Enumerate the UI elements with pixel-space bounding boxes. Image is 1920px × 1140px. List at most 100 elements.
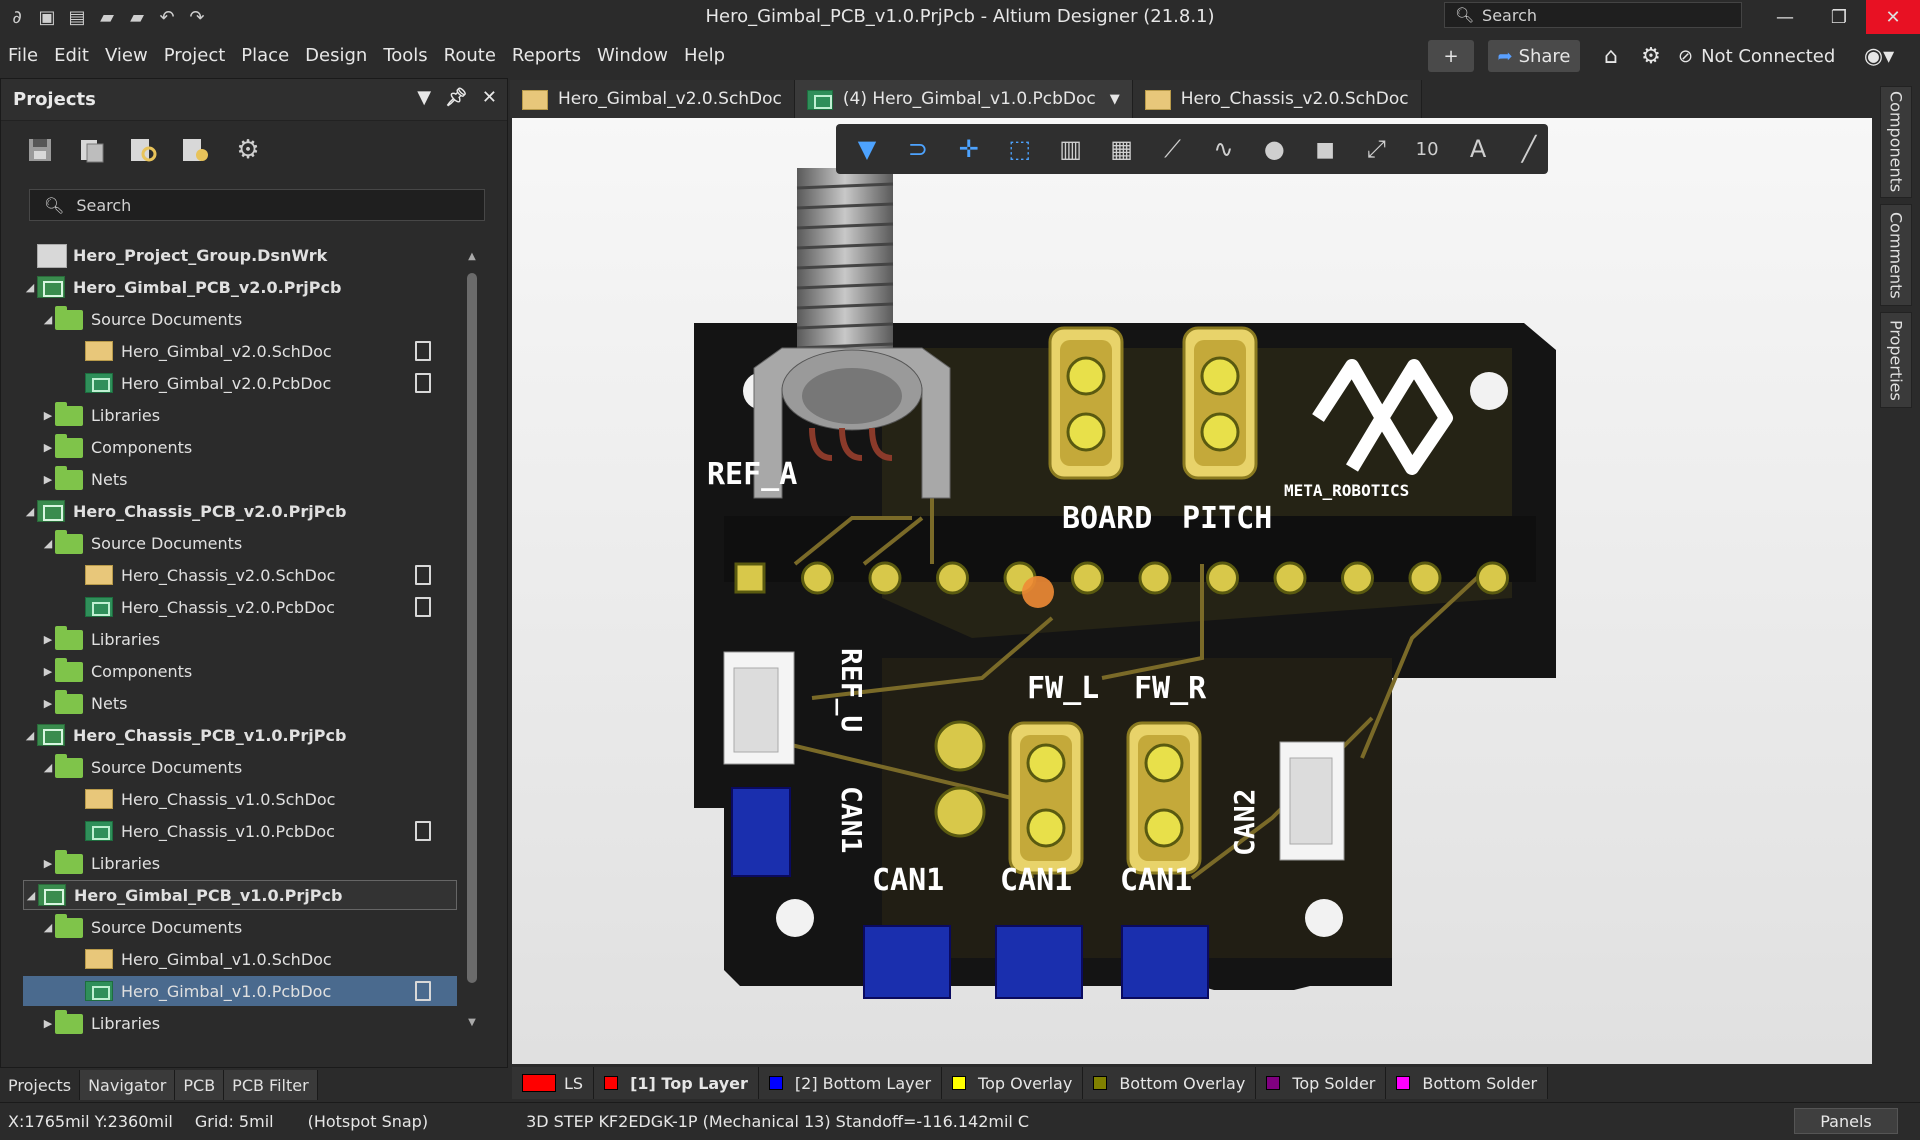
tree-scrollbar[interactable]: ▲ ▼	[465, 251, 479, 1031]
layer-tab[interactable]: [2] Bottom Layer	[758, 1067, 943, 1099]
tree-folder[interactable]: ▶ Nets	[23, 688, 457, 718]
menu-route[interactable]: Route	[436, 45, 504, 66]
panel-tab-navigator[interactable]: Navigator	[80, 1070, 176, 1100]
menu-window[interactable]: Window	[589, 45, 676, 66]
move-crosshair-icon[interactable]: ✛	[950, 130, 988, 168]
tree-project[interactable]: ◢ Hero_Chassis_PCB_v1.0.PrjPcb	[23, 720, 457, 750]
save-all-icon[interactable]: ▤	[64, 4, 90, 30]
tree-document[interactable]: Hero_Gimbal_v2.0.PcbDoc	[23, 368, 457, 398]
minimize-button[interactable]: —	[1758, 0, 1812, 34]
dimension-10-icon[interactable]: 10	[1408, 130, 1446, 168]
document-tab[interactable]: Hero_Gimbal_v2.0.SchDoc	[510, 80, 795, 118]
scroll-thumb[interactable]	[467, 273, 477, 983]
expanded-arrow-icon[interactable]: ◢	[23, 505, 37, 518]
tree-folder[interactable]: ◢ Source Documents	[23, 528, 457, 558]
tree-project[interactable]: ◢ Hero_Gimbal_PCB_v1.0.PrjPcb	[23, 880, 457, 910]
tree-document[interactable]: Hero_Chassis_v2.0.PcbDoc	[23, 592, 457, 622]
collapsed-arrow-icon[interactable]: ▶	[41, 857, 55, 870]
add-comment-button[interactable]: +	[1428, 40, 1474, 72]
tree-folder[interactable]: ▶ Components	[23, 656, 457, 686]
menu-design[interactable]: Design	[297, 45, 375, 66]
panel-tab-pcb-filter[interactable]: PCB Filter	[224, 1070, 318, 1100]
open-folder-icon[interactable]: ▰	[94, 4, 120, 30]
tree-folder[interactable]: ◢ Source Documents	[23, 752, 457, 782]
collapsed-arrow-icon[interactable]: ▶	[41, 473, 55, 486]
menu-reports[interactable]: Reports	[504, 45, 589, 66]
properties-panel-tab[interactable]: Properties	[1880, 312, 1912, 408]
expanded-arrow-icon[interactable]: ◢	[41, 537, 55, 550]
tree-document[interactable]: Hero_Gimbal_v1.0.PcbDoc	[23, 976, 457, 1006]
tree-workspace[interactable]: Hero_Project_Group.DsnWrk	[23, 240, 457, 270]
collapsed-arrow-icon[interactable]: ▶	[41, 409, 55, 422]
expanded-arrow-icon[interactable]: ◢	[41, 761, 55, 774]
place-component-icon[interactable]: ▦	[1103, 130, 1141, 168]
layer-tab[interactable]: Top Solder	[1256, 1067, 1387, 1099]
tree-folder[interactable]: ▶ Libraries	[23, 848, 457, 878]
layer-tab[interactable]: Bottom Solder	[1386, 1067, 1549, 1099]
menu-tools[interactable]: Tools	[375, 45, 435, 66]
open-project-icon[interactable]: ▰	[124, 4, 150, 30]
collapsed-arrow-icon[interactable]: ▶	[41, 665, 55, 678]
filter-icon[interactable]: ▼	[848, 130, 886, 168]
tree-document[interactable]: Hero_Gimbal_v1.0.SchDoc	[23, 944, 457, 974]
close-panel-icon[interactable]: ✕	[482, 87, 497, 108]
close-button[interactable]: ✕	[1866, 0, 1920, 34]
select-rectangle-icon[interactable]: ⬚	[1001, 130, 1039, 168]
tree-folder[interactable]: ▶ Components	[23, 432, 457, 462]
restore-button[interactable]: ❐	[1812, 0, 1866, 34]
tree-folder[interactable]: ▶ Libraries	[23, 1008, 457, 1038]
document-tab[interactable]: (4) Hero_Gimbal_v1.0.PcbDoc ▼	[794, 80, 1133, 118]
place-dimension-icon[interactable]: ⤢	[1357, 130, 1395, 168]
settings-gear-icon[interactable]: ⚙	[1636, 40, 1666, 72]
user-avatar-icon[interactable]: ◉▾	[1854, 40, 1904, 72]
expanded-arrow-icon[interactable]: ◢	[41, 921, 55, 934]
redo-icon[interactable]: ↷	[184, 4, 210, 30]
expanded-arrow-icon[interactable]: ◢	[23, 281, 37, 294]
projects-search-input[interactable]: 🔍︎ Search	[29, 189, 485, 221]
snap-magnet-icon[interactable]: ⊃	[899, 130, 937, 168]
collapsed-arrow-icon[interactable]: ▶	[41, 441, 55, 454]
interactive-route-icon[interactable]: ⟋	[1154, 130, 1192, 168]
menu-project[interactable]: Project	[156, 45, 234, 66]
tree-document[interactable]: Hero_Chassis_v2.0.SchDoc	[23, 560, 457, 590]
tree-document[interactable]: Hero_Chassis_v1.0.PcbDoc	[23, 816, 457, 846]
panel-menu-icon[interactable]: ▼	[417, 87, 431, 108]
tree-project[interactable]: ◢ Hero_Chassis_PCB_v2.0.PrjPcb	[23, 496, 457, 526]
panel-tab-pcb[interactable]: PCB	[175, 1070, 225, 1100]
tree-document[interactable]: Hero_Chassis_v1.0.SchDoc	[23, 784, 457, 814]
collapsed-arrow-icon[interactable]: ▶	[41, 1017, 55, 1030]
panel-settings-gear-icon[interactable]: ⚙	[231, 133, 265, 167]
share-button[interactable]: ➦ Share	[1488, 40, 1580, 72]
undo-icon[interactable]: ↶	[154, 4, 180, 30]
place-via-icon[interactable]: ●	[1255, 130, 1293, 168]
menu-help[interactable]: Help	[676, 45, 733, 66]
save-project-icon[interactable]	[23, 133, 57, 167]
home-icon[interactable]: ⌂	[1596, 40, 1626, 72]
collapsed-arrow-icon[interactable]: ▶	[41, 633, 55, 646]
tree-folder[interactable]: ◢ Source Documents	[23, 304, 457, 334]
place-line-icon[interactable]: ╱	[1510, 130, 1548, 168]
layer-tab[interactable]: Top Overlay	[942, 1067, 1084, 1099]
expanded-arrow-icon[interactable]: ◢	[41, 313, 55, 326]
save-icon[interactable]: ▣	[34, 4, 60, 30]
tree-folder[interactable]: ▶ Libraries	[23, 400, 457, 430]
menu-view[interactable]: View	[97, 45, 156, 66]
tree-document[interactable]: Hero_Gimbal_v2.0.SchDoc	[23, 336, 457, 366]
expanded-arrow-icon[interactable]: ◢	[23, 729, 37, 742]
scroll-down-arrow[interactable]: ▼	[465, 1017, 479, 1031]
diff-pair-route-icon[interactable]: ∿	[1204, 130, 1242, 168]
menu-edit[interactable]: Edit	[46, 45, 97, 66]
connection-status[interactable]: ⊘ Not Connected	[1678, 40, 1844, 72]
place-polygon-icon[interactable]: ◼	[1306, 130, 1344, 168]
project-documents-icon[interactable]	[75, 133, 109, 167]
comments-panel-tab[interactable]: Comments	[1880, 204, 1912, 306]
align-icon[interactable]: ▥	[1052, 130, 1090, 168]
tree-project[interactable]: ◢ Hero_Gimbal_PCB_v2.0.PrjPcb	[23, 272, 457, 302]
tree-folder[interactable]: ▶ Nets	[23, 464, 457, 494]
layer-tab[interactable]: LS	[512, 1067, 595, 1099]
collapsed-arrow-icon[interactable]: ▶	[41, 697, 55, 710]
panels-button[interactable]: Panels	[1794, 1108, 1898, 1134]
document-tab[interactable]: Hero_Chassis_v2.0.SchDoc	[1132, 80, 1422, 118]
tree-folder[interactable]: ◢ Source Documents	[23, 912, 457, 942]
find-document-icon[interactable]	[127, 133, 161, 167]
